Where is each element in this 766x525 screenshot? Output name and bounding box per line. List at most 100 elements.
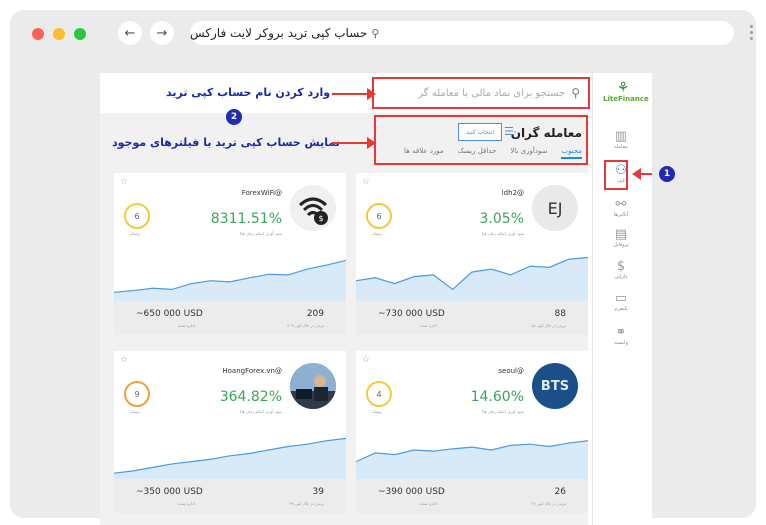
copy-highlight-box	[604, 160, 628, 190]
profit-label: سود آوری (تمام زمان ها)	[481, 409, 524, 414]
sidebar-item-label: پلتفرم	[614, 306, 628, 312]
bar-chart-icon: ▥	[614, 129, 628, 144]
risk-label: ریسک	[372, 409, 383, 414]
step-1-badge: 1	[659, 166, 675, 182]
sidebar-item-assets[interactable]: $ دارایی	[599, 259, 643, 280]
traders-title: معامله گران	[510, 126, 582, 140]
card-footer: ~650 000 USD اداره شده 209 ۲۰۹ تریدر در …	[114, 301, 346, 335]
trader-card[interactable]: ☆ HoangForex.vn@ 9 ریسک 364.82% سود آوری…	[114, 351, 346, 513]
sidebar-item-platform[interactable]: ▭ پلتفرم	[599, 291, 643, 312]
profit-sparkline	[114, 437, 346, 479]
tab-popular[interactable]: محبوب	[561, 147, 582, 159]
tab-high-profit[interactable]: سودآوری بالا	[510, 147, 547, 159]
trader-name: HoangForex.vn@	[222, 367, 282, 375]
card-footer: ~390 000 USD اداره شده 26 ۲۶ تریدر در حا…	[356, 479, 588, 513]
copiers-count: 209	[306, 309, 324, 319]
window-controls	[32, 28, 86, 40]
favorite-star-icon[interactable]: ☆	[120, 177, 128, 187]
trader-avatar: EJ	[532, 185, 578, 231]
funds-managed: ~730 000 USD	[378, 309, 445, 319]
profit-sparkline	[356, 440, 588, 479]
forward-button[interactable]: →	[150, 21, 174, 45]
monitor-icon: ▭	[614, 291, 628, 306]
copiers-count: 88	[554, 309, 566, 319]
avatar-text: BTS	[540, 378, 570, 394]
profit-sparkline	[356, 256, 588, 301]
search-annotation: وارد کردن نام حساب کپی ترید	[166, 86, 331, 99]
risk-label: ریسک	[372, 231, 383, 236]
trader-name: ldh2@	[501, 189, 524, 197]
trader-avatar	[290, 363, 336, 409]
risk-score: 6	[366, 203, 392, 229]
profit-value: 364.82%	[219, 389, 282, 405]
trader-name: seoul@	[498, 367, 524, 375]
sidebar-item-trade[interactable]: ▥ معامله	[599, 129, 643, 150]
logo-text: LiteFinance	[603, 95, 649, 103]
back-button[interactable]: ←	[118, 21, 142, 45]
sidebar-item-label: معامله	[614, 144, 628, 150]
tab-min-risk[interactable]: حداقل ریسک	[458, 147, 497, 159]
sidebar-item-analytics[interactable]: ⚯ آنالیزها	[599, 197, 643, 218]
funds-label: اداره شده	[420, 323, 437, 328]
profit-value: 14.60%	[470, 389, 524, 405]
sidebar: ⚘ LiteFinance ▥ معامله ⚇ کپی ⚯ آنالیزها ▤ پر…	[592, 73, 649, 525]
analytics-icon: ⚯	[615, 197, 627, 212]
profit-value: 8311.51%	[210, 211, 282, 227]
svg-text:$: $	[318, 214, 323, 223]
favorite-star-icon[interactable]: ☆	[362, 355, 370, 365]
trader-avatar: $	[290, 185, 336, 231]
sparkline-area	[356, 257, 588, 301]
sidebar-item-partner[interactable]: ⚭ وابسته	[599, 325, 643, 346]
profit-label: سود آوری (تمام زمان ها)	[239, 231, 282, 236]
trader-card[interactable]: ☆ ldh2@ EJ 6 ریسک 3.05% سود آوری (تمام ز…	[356, 173, 588, 335]
profit-sparkline	[114, 259, 346, 301]
card-footer: ~730 000 USD اداره شده 88 ۸۸ تریدر در حا…	[356, 301, 588, 335]
risk-label: ریسک	[130, 231, 141, 236]
filter-icon[interactable]: ☰	[504, 125, 514, 138]
profit-label: سود آوری (تمام زمان ها)	[481, 231, 524, 236]
sidebar-item-label: پروفایل	[613, 242, 629, 248]
copiers-label: ۳۹ تریدر در حال کپی	[289, 501, 324, 506]
trader-card[interactable]: ☆ ForexWiFi@ $ 6 ریسک 8311.51% سود آوری …	[114, 173, 346, 335]
minimize-dot[interactable]	[53, 28, 65, 40]
favorite-star-icon[interactable]: ☆	[120, 355, 128, 365]
copiers-count: 26	[554, 487, 566, 497]
search-annotation-arrow	[332, 88, 376, 100]
filter-annotation-arrow	[332, 137, 376, 149]
trader-name: ForexWiFi@	[241, 189, 282, 197]
funds-label: اداره شده	[178, 323, 195, 328]
risk-score: 6	[124, 203, 150, 229]
funds-managed: ~390 000 USD	[378, 487, 445, 497]
tab-favorites[interactable]: مورد علاقه ها	[404, 147, 444, 159]
arrow-left-icon: ←	[124, 25, 136, 41]
avatar-text: EJ	[547, 198, 563, 218]
litefinance-logo[interactable]: ⚘ LiteFinance	[603, 80, 649, 103]
partner-icon: ⚭	[615, 325, 627, 340]
close-dot[interactable]	[32, 28, 44, 40]
risk-score: 9	[124, 381, 150, 407]
copiers-count: 39	[312, 487, 324, 497]
sparkline-area	[114, 438, 346, 479]
sidebar-item-profile[interactable]: ▤ پروفایل	[599, 227, 643, 248]
wifi-dollar-icon: $	[290, 185, 336, 231]
search-input[interactable]: ⚲ جستجو برای نماد مالی یا معامله گر	[372, 77, 590, 109]
sidebar-item-label: وابسته	[614, 340, 628, 346]
select-filter-button[interactable]: انتخاب کنید	[458, 123, 502, 141]
dollar-icon: $	[616, 259, 626, 274]
filter-annotation: نمایش حساب کپی ترید با فیلترهای موجود	[112, 136, 340, 149]
search-icon: ⚲	[571, 86, 580, 100]
logo-mark-icon: ⚘	[616, 80, 630, 96]
maximize-dot[interactable]	[74, 28, 86, 40]
risk-score: 4	[366, 381, 392, 407]
favorite-star-icon[interactable]: ☆	[362, 177, 370, 187]
search-placeholder: جستجو برای نماد مالی یا معامله گر	[418, 87, 566, 99]
funds-label: اداره شده	[420, 501, 437, 506]
address-bar[interactable]: ⚲ حساب کپی ترید بروکر لایت فارکس	[190, 21, 734, 45]
copiers-label: ۸۸ تریدر در حال کپی	[531, 323, 566, 328]
copiers-label: ۲۶ تریدر در حال کپی	[531, 501, 566, 506]
menu-icon[interactable]	[750, 22, 754, 43]
trader-card[interactable]: ☆ seoul@ BTS 4 ریسک 14.60% سود آوری (تما…	[356, 351, 588, 513]
card-footer: ~350 000 USD اداره شده 39 ۳۹ تریدر در حا…	[114, 479, 346, 513]
filter-tabs: محبوب سودآوری بالا حداقل ریسک مورد علاقه…	[404, 147, 582, 159]
search-icon: ⚲	[371, 26, 380, 40]
